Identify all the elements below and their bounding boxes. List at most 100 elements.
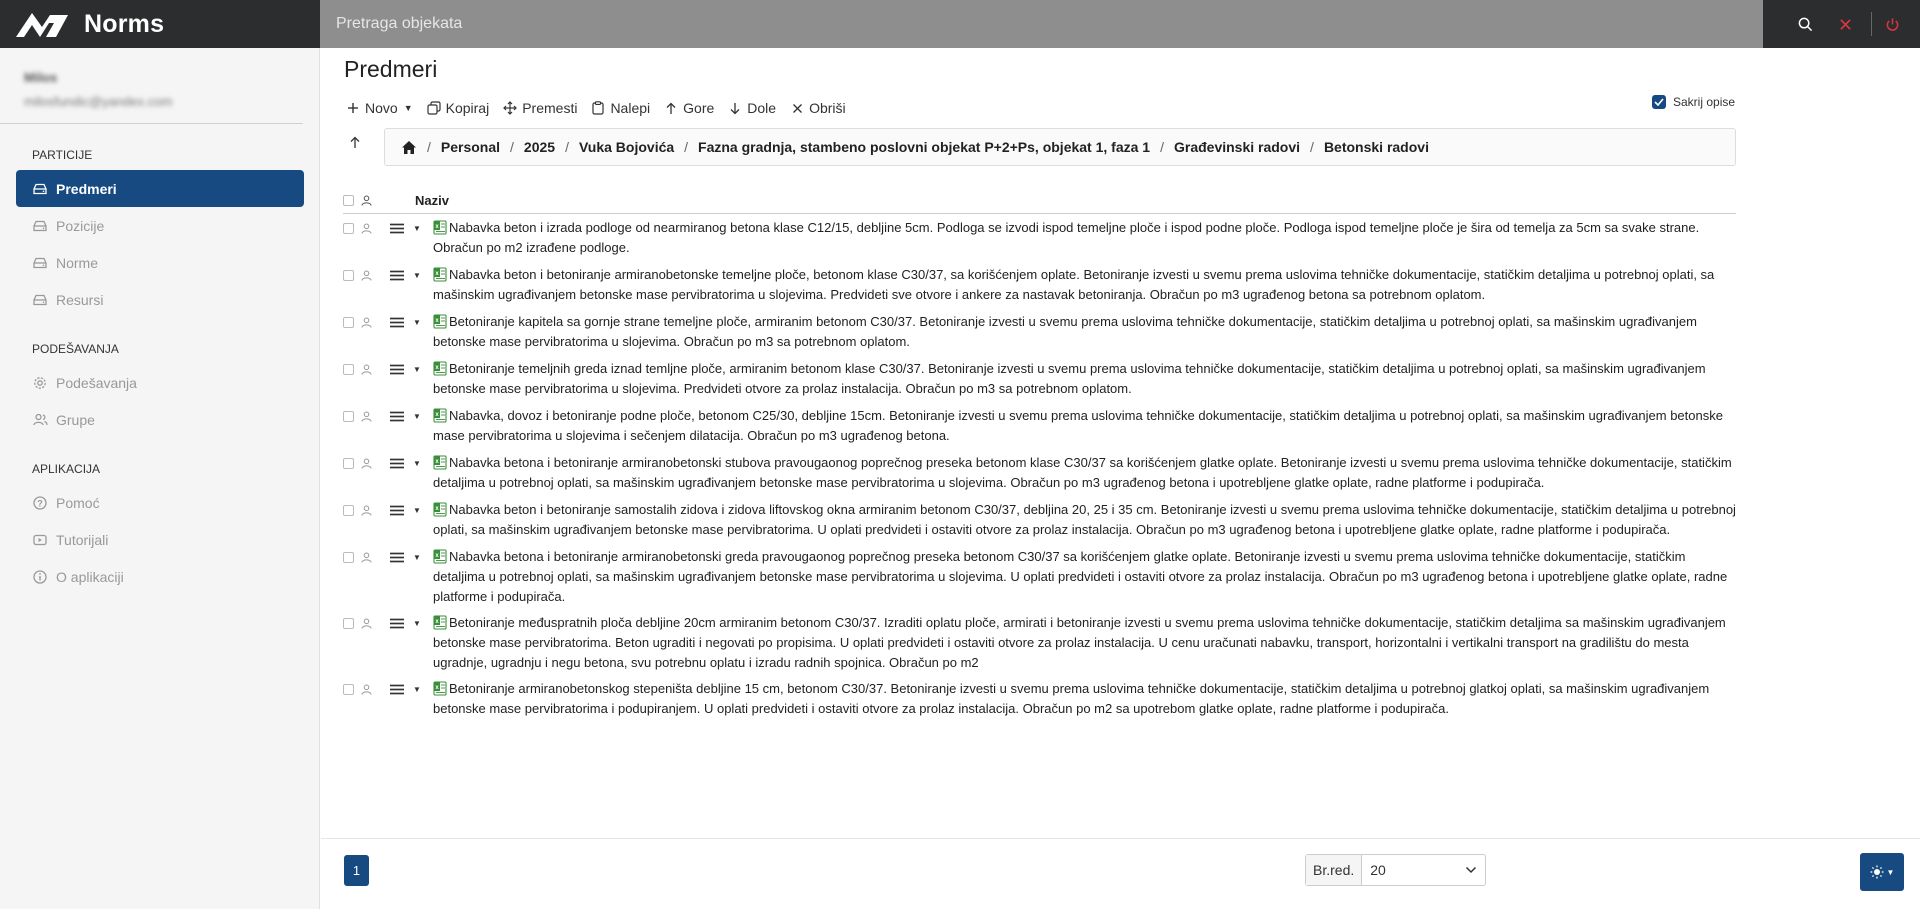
sidebar-item-o-aplikaciji[interactable]: O aplikaciji [16,558,304,595]
caret-down-icon: ▼ [1886,867,1895,877]
delete-button[interactable]: Obriši [785,97,855,119]
select-all-checkbox[interactable] [343,195,354,206]
sidebar-item-norme[interactable]: Norme [16,244,304,281]
table-row[interactable]: ▼ x Nabavka betona i betoniranje armiranob… [343,449,1736,496]
table-row[interactable]: ▼ x Nabavka betona i betoniranje armiranob… [343,543,1736,609]
row-checkbox[interactable] [343,617,354,629]
row-checkbox[interactable] [343,269,354,281]
checkbox-checked-icon[interactable] [1652,95,1666,109]
row-checkbox[interactable] [343,410,354,422]
move-up-button[interactable]: Gore [659,97,723,119]
section-title-podesavanja: PODEŠAVANJA [32,342,119,356]
user-icon[interactable] [361,361,375,377]
caret-down-icon[interactable]: ▼ [409,455,425,471]
user-info: Milos milosfundic@yandex.com [0,48,303,124]
row-checkbox[interactable] [343,363,354,375]
table-header: Naziv [343,188,1736,214]
user-icon[interactable] [361,267,375,283]
table-row[interactable]: ▼ x Nabavka beton i betoniranje armiranobe… [343,261,1736,308]
sidebar-item-tutorijali[interactable]: Tutorijali [16,521,304,558]
menu-icon[interactable] [385,549,409,565]
caret-down-icon[interactable]: ▼ [409,408,425,424]
user-icon[interactable] [361,220,375,236]
search-button[interactable] [1785,0,1825,48]
caret-down-icon[interactable]: ▼ [409,615,425,631]
arrow-up-icon [663,100,679,116]
logout-button[interactable] [1878,0,1906,48]
caret-down-icon[interactable]: ▼ [409,681,425,697]
breadcrumb-item[interactable]: Betonski radovi [1324,139,1429,155]
theme-toggle-button[interactable]: ▼ [1860,853,1904,891]
clear-search-button[interactable] [1825,0,1865,48]
row-checkbox[interactable] [343,683,354,695]
sidebar-item-pomoc[interactable]: ? Pomoć [16,484,304,521]
table-row[interactable]: ▼ x Nabavka beton i izrada podloge od near… [343,214,1736,261]
user-icon[interactable] [361,615,375,631]
table-row[interactable]: ▼ x Betoniranje kapitela sa gornje strane … [343,308,1736,355]
menu-icon[interactable] [385,455,409,471]
user-icon[interactable] [361,549,375,565]
arrow-up-icon [350,136,360,148]
sidebar-item-predmeri[interactable]: Predmeri [16,170,304,207]
menu-icon[interactable] [385,681,409,697]
brand[interactable]: Norms [0,0,320,48]
copy-button[interactable]: Kopiraj [422,97,499,119]
caret-down-icon[interactable]: ▼ [409,314,425,330]
info-icon [32,569,48,585]
items-table: Naziv ▼ x Nabavka beton i izrada podloge o… [343,188,1736,722]
sidebar-item-podesavanja[interactable]: Podešavanja [16,364,304,401]
row-checkbox[interactable] [343,504,354,516]
user-icon[interactable] [361,502,375,518]
parent-folder-button[interactable] [347,134,363,150]
caret-down-icon[interactable]: ▼ [409,502,425,518]
user-icon[interactable] [361,314,375,330]
column-header-naziv[interactable]: Naziv [415,193,449,208]
breadcrumb-item[interactable]: Fazna gradnja, stambeno poslovni objekat… [698,139,1150,155]
row-checkbox[interactable] [343,457,354,469]
sidebar-item-grupe[interactable]: Grupe [16,401,304,438]
caret-down-icon[interactable]: ▼ [409,549,425,565]
menu-icon[interactable] [385,615,409,631]
caret-down-icon[interactable]: ▼ [409,361,425,377]
chevron-down-icon [1466,866,1477,874]
menu-icon[interactable] [385,408,409,424]
menu-icon[interactable] [385,267,409,283]
search-input[interactable] [336,15,1763,33]
user-icon[interactable] [361,455,375,471]
menu-icon[interactable] [385,361,409,377]
breadcrumb-item[interactable]: 2025 [524,139,555,155]
table-row[interactable]: ▼ x Betoniranje međuspratnih ploča debljin… [343,609,1736,675]
menu-icon[interactable] [385,502,409,518]
row-checkbox[interactable] [343,316,354,328]
page-title: Predmeri [344,56,438,82]
breadcrumb-item[interactable]: Građevinski radovi [1174,139,1300,155]
home-icon[interactable] [401,140,417,155]
new-button[interactable]: Novo ▼ [341,97,422,119]
svg-text:?: ? [37,498,43,508]
user-icon[interactable] [361,681,375,697]
table-row[interactable]: ▼ x Nabavka, dovoz i betoniranje podne plo… [343,402,1736,449]
breadcrumb-item[interactable]: Personal [441,139,500,155]
caret-down-icon[interactable]: ▼ [409,267,425,283]
move-down-button[interactable]: Dole [723,97,785,119]
menu-icon[interactable] [385,220,409,236]
breadcrumb-item[interactable]: Vuka Bojovića [579,139,674,155]
move-button[interactable]: Premesti [498,97,586,119]
menu-icon[interactable] [385,314,409,330]
caret-down-icon: ▼ [403,103,413,113]
table-row[interactable]: ▼ x Nabavka beton i betoniranje samostalih… [343,496,1736,543]
row-checkbox[interactable] [343,551,354,563]
clipboard-icon [590,100,606,116]
row-checkbox[interactable] [343,222,354,234]
paste-button[interactable]: Nalepi [586,97,659,119]
sidebar-item-resursi[interactable]: Resursi [16,281,304,318]
hide-descriptions-toggle[interactable]: Sakrij opise [1652,95,1735,109]
table-row[interactable]: ▼ x Betoniranje temeljnih greda iznad teml… [343,355,1736,402]
user-icon[interactable] [361,408,375,424]
sidebar-item-label: Tutorijali [56,531,109,548]
caret-down-icon[interactable]: ▼ [409,220,425,236]
page-button[interactable]: 1 [344,855,369,886]
sidebar-item-pozicije[interactable]: Pozicije [16,207,304,244]
rows-per-page-select[interactable]: Br.red. 20 [1305,854,1487,886]
table-row[interactable]: ▼ x Betoniranje armiranobetonskog stepeniš… [343,675,1736,722]
